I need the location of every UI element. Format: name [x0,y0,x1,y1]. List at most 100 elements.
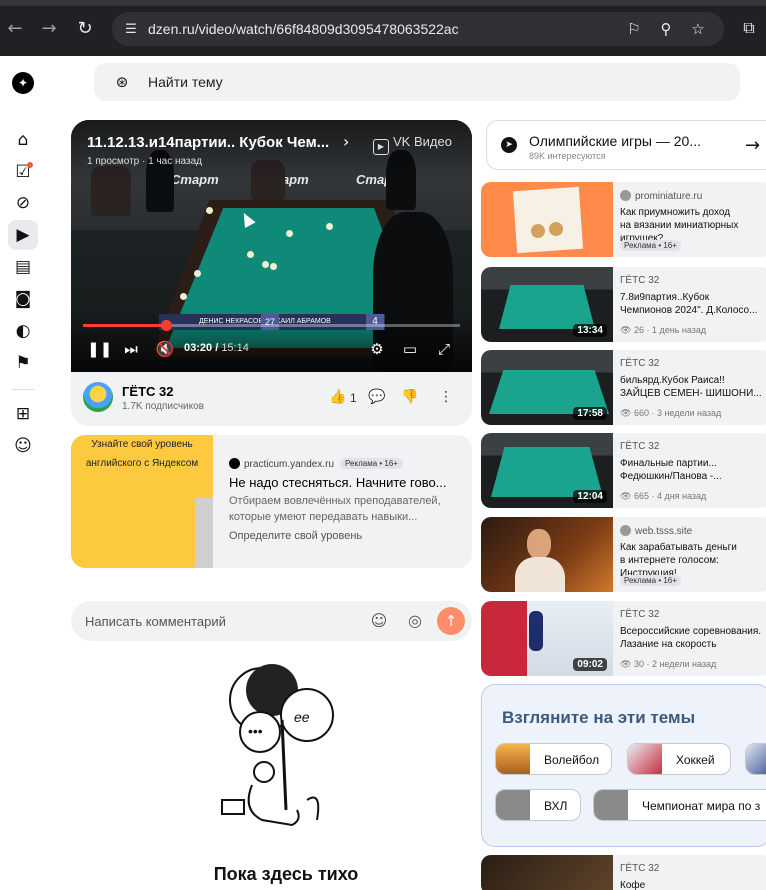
explore-icon[interactable]: ⊘ [8,188,38,218]
recommendation-title[interactable]: 7.8и9партия..Кубок Чемпионов 2024". Д.Ко… [620,291,766,317]
topic-name[interactable]: Олимпийские игры — 20... [529,133,701,149]
comment-input[interactable]: Написать комментарий ☺ ◎ ↑ [71,601,472,641]
sidebar-divider [12,389,34,390]
comment-placeholder[interactable]: Написать комментарий [85,614,226,629]
recommendation-title[interactable]: Кофе [620,879,766,890]
video-icon[interactable]: ▶ [8,220,38,250]
theme-chip[interactable] [745,743,766,775]
video-title[interactable]: 11.12.13.и14партии.. Кубок Чем... [87,134,329,151]
recommendation-thumbnail[interactable] [481,855,613,890]
billiard-ball [194,270,201,277]
more-icon[interactable]: ⋮ [439,388,453,406]
recommendation-channel-name[interactable]: ГЁТС 32 [620,609,659,620]
recommendation-thumbnail[interactable]: 12:04 [481,433,613,508]
ad-title[interactable]: Не надо стесняться. Начните гово... [229,475,447,490]
recommendation-title[interactable]: бильярд.Кубок Раиса!! ЗАЙЦЕВ СЕМЕН- ШИШО… [620,374,766,400]
games-icon[interactable]: ⊞ [8,399,38,429]
bookmark-star-icon[interactable]: ☆ [688,19,708,39]
ad-card[interactable]: Узнайте свой уровень английского с Яндек… [71,435,472,568]
subtitles-icon[interactable]: ▭ [399,339,421,359]
site-info-icon[interactable]: ☰ [122,20,140,38]
forward-icon[interactable]: → [38,18,60,40]
vk-play-icon: ▶ [373,139,389,155]
news-icon[interactable]: ◐ [8,316,38,346]
recommendation-item[interactable]: prominiature.ru Как приумножить доход на… [481,182,766,257]
theme-chip[interactable]: Хоккей [627,743,731,775]
recommendation-item[interactable]: ГЁТС 32 Кофе [481,855,766,890]
zoom-icon[interactable]: ⚲ [656,19,676,39]
ad-badge: Реклама • 16+ [340,458,403,469]
video-duration: 13:34 [573,324,607,337]
recommendation-channel-name[interactable]: ГЁТС 32 [620,358,659,369]
address-bar[interactable]: ☰ dzen.ru/video/watch/66f84809d309547806… [112,12,724,46]
topic-card[interactable]: ➤ Олимпийские игры — 20... 89K интересую… [486,120,766,170]
recommendation-item[interactable]: web.tsss.site Как зарабатывать деньги в … [481,517,766,592]
shorts-icon[interactable]: ◙ [8,284,38,314]
compass-search-icon: ⊛ [115,73,129,91]
recommendation-meta: 👁 26 · 1 день назад [620,325,707,335]
recommendation-title[interactable]: Финальные партии... Федюшкин/Панова -... [620,457,766,483]
video-player[interactable]: Старт Старт Старт 11.12.13.и14партии.. К… [71,120,472,372]
back-icon[interactable]: ← [4,18,26,40]
next-icon[interactable]: ⏭ [120,339,142,359]
theme-chip-label: Волейбол [544,753,600,767]
vk-video-badge[interactable]: ▶ VK Видео [373,134,452,155]
chevron-right-icon[interactable]: › [343,132,349,151]
dzen-logo-icon[interactable]: ✦ [12,72,34,94]
camera-icon[interactable]: ◎ [405,611,425,631]
theme-chip[interactable]: ВХЛ [495,789,581,821]
recommendation-thumbnail[interactable]: 09:02 [481,601,613,676]
dislike-icon[interactable]: 👎 [401,388,418,406]
ad-cta-link[interactable]: Определите свой уровень [229,530,362,542]
recommendation-channel-name: prominiature.ru [635,191,703,202]
shield-icon [620,190,631,201]
home-icon[interactable]: ⌂ [8,125,38,155]
kids-icon[interactable]: ☺ [8,431,38,461]
theme-chip[interactable]: Волейбол [495,743,612,775]
ad-image-decor [195,498,213,568]
fullscreen-icon[interactable]: ⤢ [433,339,455,359]
billiard-ball [180,293,187,300]
send-button[interactable]: ↑ [437,607,465,635]
recommendation-title[interactable]: Всероссийские соревнования. Лазание на с… [620,625,766,651]
recommendation-channel-name[interactable]: ГЁТС 32 [620,441,659,452]
mute-icon[interactable]: 🔇 [154,339,176,359]
recommendation-item[interactable]: 17:58 ГЁТС 32 бильярд.Кубок Раиса!! ЗАЙЦ… [481,350,766,425]
ad-image[interactable]: Узнайте свой уровень английского с Яндек… [71,435,213,568]
channel-bar: ГЁТС 32 1.7K подписчиков 👍 1 💬 👎 ⋮ [71,372,472,426]
recommendation-item[interactable]: 13:34 ГЁТС 32 7.8и9партия..Кубок Чемпион… [481,267,766,342]
channel-name[interactable]: ГЁТС 32 [122,384,173,399]
recommendation-channel: web.tsss.site [620,525,692,537]
recommendation-thumbnail[interactable] [481,182,613,257]
seek-bar[interactable] [83,320,460,331]
theme-chip-image [628,744,662,774]
recommendation-channel-name[interactable]: ГЁТС 32 [620,863,659,874]
seek-handle[interactable] [160,320,172,331]
comment-icon[interactable]: 💬 [368,388,385,406]
like-icon[interactable]: 👍 [329,388,346,406]
theme-chip[interactable]: Чемпионат мира по з [593,789,766,821]
channel-avatar[interactable] [83,382,113,412]
subscriptions-icon[interactable]: ☑ [8,157,38,187]
translate-icon[interactable]: ⚐ [624,19,644,39]
recommendation-thumbnail[interactable] [481,517,613,592]
recommendation-channel-name[interactable]: ГЁТС 32 [620,275,659,286]
settings-gear-icon[interactable]: ⚙ [366,339,388,359]
recommendation-thumbnail[interactable]: 13:34 [481,267,613,342]
recommendation-item[interactable]: 12:04 ГЁТС 32 Финальные партии... Федюшк… [481,433,766,508]
reload-icon[interactable]: ↻ [74,18,96,40]
search-placeholder[interactable]: Найти тему [148,74,223,90]
recommendation-meta: 👁 30 · 2 недели назад [620,659,717,669]
topic-search[interactable]: ⊛ Найти тему [94,63,740,101]
articles-icon[interactable]: ▤ [8,252,38,282]
recommendation-item[interactable]: 09:02 ГЁТС 32 Всероссийские соревнования… [481,601,766,676]
url-text[interactable]: dzen.ru/video/watch/66f84809d30954780635… [148,21,459,37]
seek-bar-played [83,324,166,327]
extensions-icon[interactable]: ⧉ [738,17,760,39]
theme-chip-image [746,744,766,774]
emoji-icon[interactable]: ☺ [369,611,389,631]
recommendation-thumbnail[interactable]: 17:58 [481,350,613,425]
saved-icon[interactable]: ⚑ [8,348,38,378]
arrow-right-icon[interactable]: → [745,135,760,156]
pause-icon[interactable]: ❚❚ [87,339,112,359]
